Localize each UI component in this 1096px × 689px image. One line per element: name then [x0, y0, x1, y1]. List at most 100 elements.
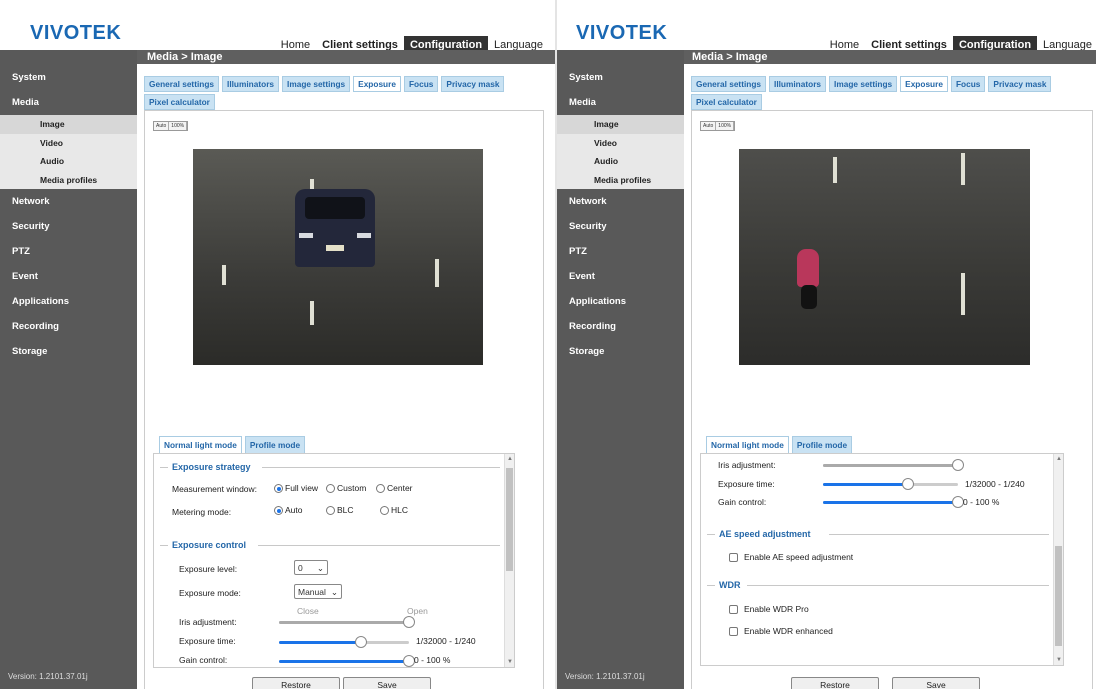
view-auto-button[interactable]: Auto [154, 122, 170, 130]
tab-illuminators[interactable]: Illuminators [769, 76, 827, 92]
tab-exposure[interactable]: Exposure [900, 76, 948, 92]
checkbox-icon[interactable] [729, 605, 738, 615]
sidebar-item-network[interactable]: Network [557, 189, 684, 214]
wdr-pro-checkbox[interactable]: Enable WDR Pro [729, 604, 809, 615]
tab-privacy-mask[interactable]: Privacy mask [441, 76, 505, 92]
checkbox-icon[interactable] [729, 627, 738, 637]
save-button[interactable]: Save [343, 677, 431, 689]
radio-icon[interactable] [326, 506, 335, 516]
exposure-mode-select[interactable]: Manual ⌄ [294, 584, 342, 599]
sidebar-sub-video[interactable]: Video [0, 134, 137, 153]
sidebar-item-event[interactable]: Event [0, 264, 137, 289]
sidebar-sub-audio[interactable]: Audio [557, 152, 684, 171]
scrollbar-thumb[interactable] [1055, 546, 1062, 646]
tab-normal-light-mode[interactable]: Normal light mode [159, 436, 242, 454]
view-size-buttons: Auto 100% [153, 121, 189, 131]
sidebar-item-applications[interactable]: Applications [557, 289, 684, 314]
ae-speed-checkbox[interactable]: Enable AE speed adjustment [729, 552, 854, 563]
scroll-down-icon[interactable]: ▼ [1056, 657, 1062, 663]
sidebar-item-storage[interactable]: Storage [557, 339, 684, 364]
exposure-settings-scroll[interactable]: Exposure strategy Measurement window: Fu… [153, 453, 515, 668]
gain-slider[interactable] [279, 655, 415, 667]
radio-icon[interactable] [274, 484, 283, 494]
measurement-full-view[interactable]: Full view [274, 483, 318, 494]
radio-icon[interactable] [274, 506, 283, 516]
sidebar-item-media[interactable]: Media [0, 90, 137, 115]
slider-knob[interactable] [902, 478, 915, 490]
scroll-up-icon[interactable]: ▲ [1056, 456, 1062, 462]
tab-focus[interactable]: Focus [403, 76, 439, 92]
measurement-center[interactable]: Center [376, 483, 413, 494]
view-100-button[interactable]: 100% [716, 122, 735, 130]
vivotek-logo: VIVOTEK [30, 22, 122, 44]
sidebar-item-recording[interactable]: Recording [0, 314, 137, 339]
tab-general-settings[interactable]: General settings [691, 76, 767, 92]
save-button[interactable]: Save [892, 677, 980, 689]
scroll-up-icon[interactable]: ▲ [507, 456, 513, 462]
sidebar-item-event[interactable]: Event [557, 264, 684, 289]
sidebar-item-system[interactable]: System [0, 65, 137, 90]
measurement-custom[interactable]: Custom [326, 483, 366, 494]
scrollbar[interactable]: ▲ ▼ [1053, 454, 1063, 665]
view-100-button[interactable]: 100% [169, 122, 188, 130]
sidebar-item-system[interactable]: System [557, 65, 684, 90]
sidebar-sub-image[interactable]: Image [0, 115, 137, 134]
settings-tabs: General settings Illuminators Image sett… [691, 76, 1066, 110]
tab-illuminators[interactable]: Illuminators [222, 76, 280, 92]
version-text: Version: 1.2101.37.01j [565, 672, 645, 681]
slider-knob[interactable] [354, 636, 367, 648]
tab-pixel-calculator[interactable]: Pixel calculator [144, 94, 215, 110]
exposure-time-slider[interactable] [279, 636, 409, 648]
radio-icon[interactable] [376, 484, 385, 494]
slider-knob[interactable] [403, 616, 415, 628]
tab-general-settings[interactable]: General settings [144, 76, 220, 92]
checkbox-label: Enable AE speed adjustment [744, 552, 854, 562]
metering-auto[interactable]: Auto [274, 505, 303, 516]
tab-image-settings[interactable]: Image settings [829, 76, 898, 92]
exposure-settings-scroll[interactable]: Iris adjustment: Exposure time: 1/32000 … [700, 453, 1064, 666]
sidebar: System Media Image Video Audio Media pro… [0, 50, 137, 689]
sidebar-item-ptz[interactable]: PTZ [557, 239, 684, 264]
sidebar-sub-video[interactable]: Video [557, 134, 684, 153]
metering-blc[interactable]: BLC [326, 505, 354, 516]
sidebar-item-ptz[interactable]: PTZ [0, 239, 137, 264]
tab-pixel-calculator[interactable]: Pixel calculator [691, 94, 762, 110]
tab-focus[interactable]: Focus [950, 76, 986, 92]
exposure-time-slider[interactable] [823, 478, 958, 490]
sidebar-item-security[interactable]: Security [0, 214, 137, 239]
scrollbar-thumb[interactable] [506, 468, 513, 571]
restore-button[interactable]: Restore [252, 677, 340, 689]
radio-icon[interactable] [380, 506, 389, 516]
iris-slider[interactable] [823, 459, 964, 471]
exposure-level-select[interactable]: 0 ⌄ [294, 560, 328, 575]
sidebar-item-network[interactable]: Network [0, 189, 137, 214]
car-image [295, 189, 375, 267]
restore-button[interactable]: Restore [791, 677, 879, 689]
scroll-down-icon[interactable]: ▼ [507, 659, 513, 665]
view-auto-button[interactable]: Auto [701, 122, 717, 130]
sidebar-item-recording[interactable]: Recording [557, 314, 684, 339]
tab-normal-light-mode[interactable]: Normal light mode [706, 436, 789, 454]
sidebar-sub-media-profiles[interactable]: Media profiles [557, 171, 684, 190]
sidebar-item-security[interactable]: Security [557, 214, 684, 239]
slider-knob[interactable] [952, 459, 964, 471]
tab-exposure[interactable]: Exposure [353, 76, 401, 92]
sidebar-item-storage[interactable]: Storage [0, 339, 137, 364]
tab-profile-mode[interactable]: Profile mode [244, 436, 306, 454]
wdr-enhanced-checkbox[interactable]: Enable WDR enhanced [729, 626, 833, 637]
tab-profile-mode[interactable]: Profile mode [791, 436, 853, 454]
sidebar-item-media[interactable]: Media [557, 90, 684, 115]
mode-tabs: Normal light mode Profile mode [706, 436, 853, 454]
sidebar-sub-audio[interactable]: Audio [0, 152, 137, 171]
tab-image-settings[interactable]: Image settings [282, 76, 351, 92]
sidebar-item-applications[interactable]: Applications [0, 289, 137, 314]
checkbox-icon[interactable] [729, 553, 738, 563]
sidebar-sub-image[interactable]: Image [557, 115, 684, 134]
iris-slider[interactable] [279, 616, 415, 628]
tab-privacy-mask[interactable]: Privacy mask [988, 76, 1052, 92]
scrollbar[interactable]: ▲ ▼ [504, 454, 514, 667]
sidebar-sub-media-profiles[interactable]: Media profiles [0, 171, 137, 190]
metering-hlc[interactable]: HLC [380, 505, 408, 516]
gain-slider[interactable] [823, 496, 964, 508]
radio-icon[interactable] [326, 484, 335, 494]
